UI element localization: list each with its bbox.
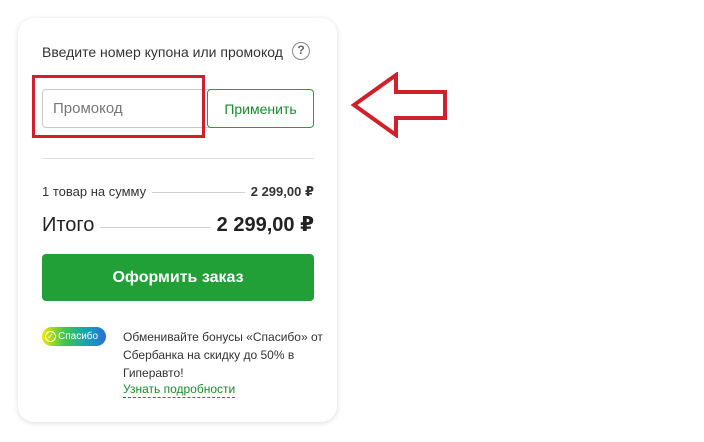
spasibo-logo: ✓ Спасибо bbox=[42, 327, 106, 346]
total-row: Итого 2 299,00 ₽ bbox=[42, 212, 314, 237]
dotted-leader bbox=[152, 192, 245, 193]
apply-promo-button[interactable]: Применить bbox=[207, 89, 314, 128]
question-circle-icon[interactable]: ? bbox=[292, 42, 310, 60]
order-summary-card: Введите номер купона или промокод ? Прим… bbox=[18, 18, 337, 422]
learn-more-link[interactable]: Узнать подробности bbox=[123, 382, 236, 398]
promo-input-highlight-frame bbox=[32, 75, 205, 138]
items-subtotal-label: 1 товар на сумму bbox=[42, 184, 147, 199]
spasibo-logo-text: Спасибо bbox=[58, 331, 99, 342]
divider bbox=[42, 158, 314, 159]
items-subtotal-row: 1 товар на сумму 2 299,00 ₽ bbox=[42, 184, 314, 200]
dotted-leader bbox=[100, 227, 211, 228]
place-order-button[interactable]: Оформить заказ bbox=[42, 254, 314, 301]
coupon-label: Введите номер купона или промокод bbox=[42, 44, 283, 60]
left-arrow-outline-icon bbox=[350, 72, 447, 138]
total-amount: 2 299,00 ₽ bbox=[216, 214, 314, 236]
check-circle-icon: ✓ bbox=[45, 331, 56, 342]
items-subtotal-amount: 2 299,00 ₽ bbox=[250, 184, 314, 199]
total-label: Итого bbox=[42, 214, 95, 236]
spasibo-bonus-description: Обменивайте бонусы «Спасибо» от Сбербанк… bbox=[123, 330, 323, 380]
